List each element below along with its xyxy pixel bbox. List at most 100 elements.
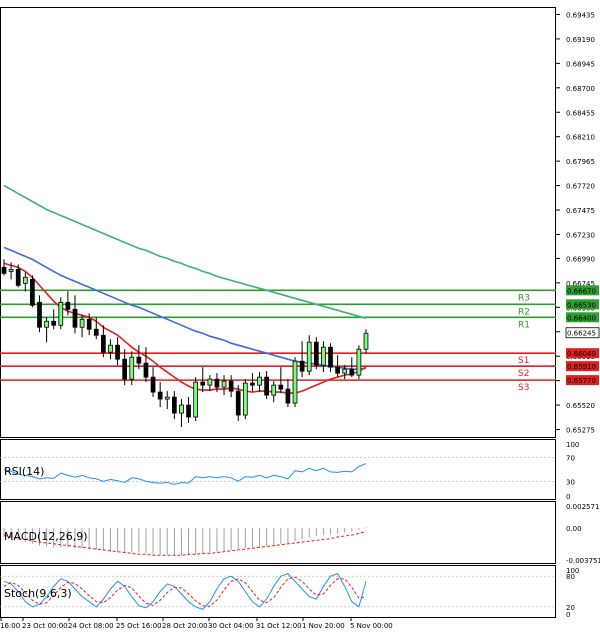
macd-tick-label: 0.00 <box>566 525 582 533</box>
candle-body <box>250 382 255 386</box>
candle-body <box>235 390 241 416</box>
candle-body <box>221 380 227 388</box>
candle-body <box>186 404 191 418</box>
candle <box>363 329 369 354</box>
price-tick-label: 0.65520 <box>566 402 595 410</box>
candle <box>285 379 291 408</box>
candle-body <box>129 356 135 380</box>
level-name-s3: S3 <box>518 383 529 393</box>
candle-body <box>115 344 120 360</box>
candle <box>1 259 7 276</box>
candle-body <box>51 320 57 326</box>
candle-body <box>328 346 333 368</box>
candle-body <box>101 334 106 353</box>
macd-tick-label: 0.002571 <box>566 503 599 511</box>
candle-body <box>30 278 35 306</box>
ma-50-line <box>3 262 367 394</box>
candle-body <box>193 381 198 418</box>
candle-body <box>172 396 177 414</box>
level-name-s2: S2 <box>518 369 529 379</box>
candle <box>157 382 163 408</box>
price-tick-label: 0.67965 <box>566 158 595 166</box>
candle <box>193 377 198 422</box>
candle <box>313 337 319 370</box>
price-tick-label: 0.69435 <box>566 11 595 19</box>
candle-body <box>200 381 206 386</box>
candle <box>164 391 170 410</box>
forex-chart: R3 R2 R1 S1 S2 S3 0.69435 0.69190 0.68945 0.6870… <box>0 7 600 630</box>
candle-body <box>8 268 14 272</box>
candle <box>228 375 234 398</box>
candle-body <box>335 366 340 374</box>
candle-body <box>242 382 248 416</box>
price-tick-label: 0.65275 <box>566 427 595 435</box>
candle <box>221 375 227 396</box>
x-tick-label: 23 Oct 00:00 <box>22 622 68 630</box>
candle-body <box>150 376 156 393</box>
candle-body <box>58 301 64 326</box>
price-tick-label: 0.69190 <box>566 36 595 44</box>
stoch-tick-label: 0 <box>566 611 570 619</box>
candle <box>186 397 191 424</box>
candle <box>72 295 78 334</box>
candle-body <box>313 341 319 366</box>
candle-body <box>1 266 7 274</box>
candle <box>257 372 262 393</box>
candle-body <box>37 301 42 328</box>
candle-body <box>179 404 184 414</box>
price-tick-label: 0.67720 <box>566 183 595 191</box>
candle <box>115 337 120 366</box>
candle-body <box>228 380 234 392</box>
candle-body <box>278 384 284 390</box>
rsi-title: RSI(14) <box>4 465 44 478</box>
candle-body <box>285 388 291 404</box>
price-tick-label: 0.68700 <box>566 85 595 93</box>
level-price-tag-label: 0.66040 <box>567 350 596 358</box>
x-tick-label: 31 Oct 12:00 <box>256 622 302 630</box>
candle <box>306 335 312 376</box>
current-price-label: 0.66245 <box>567 330 596 338</box>
stoch-title: Stoch(9,6,3) <box>4 587 72 600</box>
x-tick-label: 24 Oct 08:00 <box>68 622 114 630</box>
candle-body <box>72 308 78 328</box>
candle-body <box>356 348 362 376</box>
candle-body <box>207 378 213 386</box>
candle <box>299 341 305 378</box>
candle-body <box>157 391 163 400</box>
candle <box>108 339 113 360</box>
rsi-tick-label: 70 <box>566 455 575 463</box>
price-tick-label: 0.68455 <box>566 109 595 117</box>
level-price-tag-label: 0.65910 <box>567 363 596 371</box>
candle <box>79 315 85 338</box>
candle <box>271 381 277 403</box>
price-tick-label: 0.68210 <box>566 134 595 142</box>
candle-body <box>143 362 149 378</box>
level-name-s1: S1 <box>518 356 529 366</box>
candle <box>207 375 213 392</box>
macd-tick-label: -0.003751 <box>566 557 600 565</box>
candle-body <box>271 384 277 396</box>
candle-body <box>349 368 355 376</box>
level-name-r1: R1 <box>518 320 530 330</box>
candle <box>356 345 362 380</box>
candle-body <box>79 318 85 328</box>
x-tick-label: 28 Oct 20:00 <box>162 622 208 630</box>
candle <box>37 295 42 333</box>
candle-body <box>363 332 369 350</box>
candle <box>292 357 298 408</box>
candle <box>58 297 64 330</box>
candle <box>264 371 269 400</box>
candle <box>242 379 248 420</box>
x-tick-label: 1 Nov 20:00 <box>302 622 345 630</box>
candle-body <box>164 396 170 400</box>
price-tick-label: 0.67475 <box>566 207 595 215</box>
candle <box>51 309 57 330</box>
rsi-pane-frame <box>0 439 556 500</box>
x-tick-label: 30 Oct 04:00 <box>208 622 254 630</box>
candle-body <box>93 328 99 336</box>
x-tick-label: 5 Nov 00:00 <box>350 622 393 630</box>
candle <box>250 373 255 392</box>
candle <box>321 341 326 373</box>
x-tick-label: 16:00 <box>0 622 20 630</box>
level-price-tag-label: 0.66530 <box>567 301 596 309</box>
